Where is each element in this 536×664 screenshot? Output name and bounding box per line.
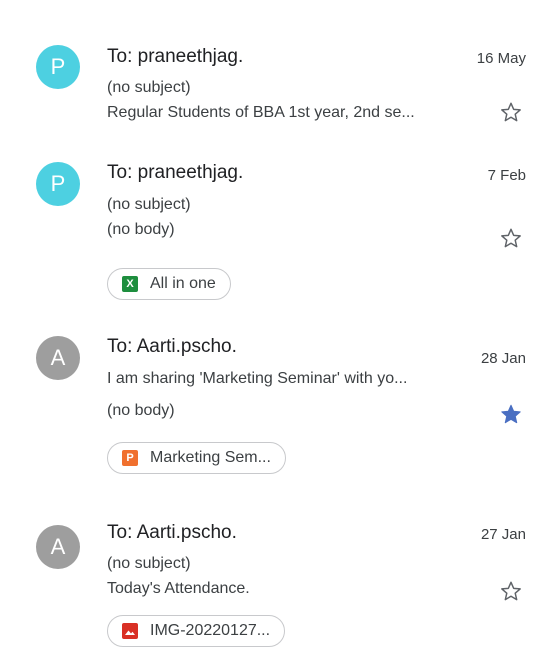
attachment-label: Marketing Sem...	[150, 449, 271, 466]
attachment-label: All in one	[150, 275, 216, 292]
star-outline-icon[interactable]	[500, 580, 522, 602]
email-recipient: To: Aarti.pscho.	[107, 522, 237, 543]
email-date: 28 Jan	[480, 350, 526, 367]
email-recipient: To: Aarti.pscho.	[107, 336, 237, 357]
avatar-letter: P	[50, 171, 66, 196]
star-outline-icon[interactable]	[500, 101, 522, 123]
email-subject: (no subject)	[107, 79, 191, 96]
slides-icon: P	[122, 450, 138, 466]
email-item[interactable]: P To: praneethjag. 16 May (no subject) R…	[0, 0, 536, 150]
email-item[interactable]: P To: praneethjag. 7 Feb (no subject) (n…	[0, 150, 536, 310]
star-filled-icon[interactable]	[500, 403, 522, 425]
avatar-letter: P	[50, 54, 66, 79]
email-date: 27 Jan	[480, 526, 526, 543]
attachment-label: IMG-20220127...	[150, 622, 271, 639]
avatar-letter: A	[50, 534, 66, 559]
email-date: 7 Feb	[487, 167, 526, 184]
attachment-chip[interactable]: IMG-20220127...	[107, 615, 286, 647]
avatar[interactable]: A	[36, 336, 80, 380]
email-subject: (no subject)	[107, 555, 191, 572]
email-recipient: To: praneethjag.	[107, 46, 244, 67]
avatar-letter: A	[50, 345, 66, 370]
excel-icon: X	[122, 276, 138, 292]
email-snippet: (no body)	[107, 221, 175, 238]
email-subject: I am sharing 'Marketing Seminar' with yo…	[107, 370, 408, 387]
attachment-chip[interactable]: P Marketing Sem...	[107, 442, 286, 474]
avatar[interactable]: A	[36, 525, 80, 569]
email-snippet: Today's Attendance.	[107, 580, 250, 597]
star-outline-icon[interactable]	[500, 227, 522, 249]
avatar[interactable]: P	[36, 45, 80, 89]
email-item[interactable]: A To: Aarti.pscho. 27 Jan (no subject) T…	[0, 480, 536, 664]
email-subject: (no subject)	[107, 196, 191, 213]
email-date: 16 May	[476, 50, 526, 67]
image-icon	[122, 623, 138, 639]
email-recipient: To: praneethjag.	[107, 162, 244, 183]
avatar[interactable]: P	[36, 162, 80, 206]
attachment-chip[interactable]: X All in one	[107, 268, 231, 300]
email-snippet: Regular Students of BBA 1st year, 2nd se…	[107, 104, 415, 121]
email-item[interactable]: A To: Aarti.pscho. 28 Jan I am sharing '…	[0, 310, 536, 480]
email-snippet: (no body)	[107, 402, 175, 419]
image-glyph-icon	[125, 630, 135, 635]
